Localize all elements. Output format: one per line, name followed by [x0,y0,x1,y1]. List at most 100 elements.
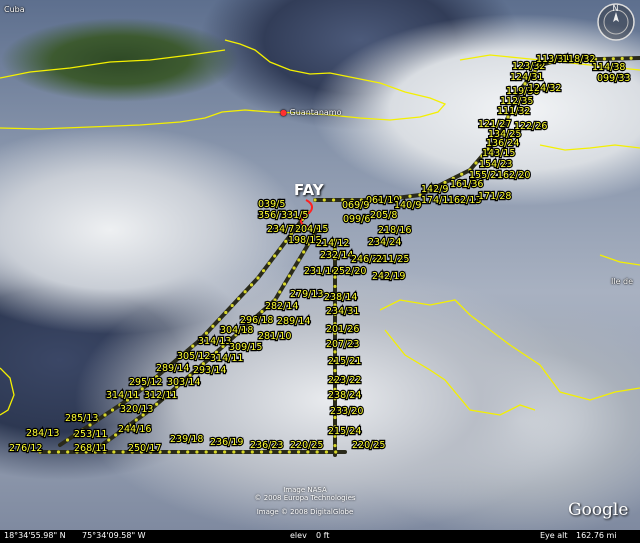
observation-label[interactable]: 218/16 [377,224,413,237]
observation-label[interactable]: 305/12 [176,350,212,363]
flight-track-tick [223,450,227,454]
observation-label[interactable]: 215/21 [327,355,363,368]
flight-track-line [58,210,310,447]
observation-label[interactable]: 121/27 [477,118,513,131]
observation-label[interactable]: 295/12 [128,376,164,389]
observation-label[interactable]: 289/14 [276,315,312,328]
observation-label[interactable]: 039/5 [257,198,287,211]
flight-track-tick [211,324,215,328]
observation-label[interactable]: 214/12 [315,237,351,250]
flight-track-tick [261,269,266,273]
observation-label[interactable]: 312/11 [143,389,179,402]
observation-label[interactable]: 253/11 [73,428,109,441]
observation-label[interactable]: 099/33 [596,72,632,85]
observation-label[interactable]: 207/23 [325,338,361,351]
observation-label[interactable]: 201/26 [325,323,361,336]
observation-label[interactable]: 162/20 [496,169,532,182]
observation-label[interactable]: 143/15 [481,147,517,160]
flight-track-tick [408,194,412,198]
observation-label[interactable]: 238/14 [323,291,359,304]
flight-track-tick [56,450,61,454]
flight-track-tick [284,239,288,243]
observation-label[interactable]: 099/6 [342,213,372,226]
observation-label[interactable]: 220/25 [351,439,387,452]
observation-label[interactable]: 309/15 [228,341,264,354]
observation-label[interactable]: 232/14 [319,249,355,262]
observation-label[interactable]: 140/9 [393,199,423,212]
observation-label[interactable]: 239/18 [169,433,205,446]
observation-label[interactable]: 314/11 [209,352,245,365]
observation-label[interactable]: 314/11 [105,389,141,402]
observation-label[interactable]: 234/31 [325,305,361,318]
observation-label[interactable]: 276/12 [8,442,44,455]
flight-track-tick [297,258,301,262]
flight-track-tick [224,310,228,315]
observation-label[interactable]: 320/13 [119,403,155,416]
flight-track-tick [237,297,241,301]
flight-track-tick [47,450,51,454]
observation-label[interactable]: 314/13 [197,335,233,348]
observation-label[interactable]: 234/7 [266,223,296,236]
observation-label[interactable]: 250/17 [127,442,163,455]
flight-track-tick [121,450,125,454]
observation-label[interactable]: 304/18 [219,324,255,337]
observation-label[interactable]: 281/10 [257,330,293,343]
observation-label[interactable]: 162/13 [447,194,483,207]
observation-label[interactable]: 236/23 [249,439,285,452]
observation-label[interactable]: 234/24 [367,236,403,249]
observation-label[interactable]: 285/13 [64,412,100,425]
observation-label[interactable]: 284/13 [25,427,61,440]
flight-track-tick [167,450,171,454]
observation-label[interactable]: 220/25 [289,439,325,452]
place-label-cuba: Cuba [4,5,25,14]
observation-label[interactable]: 112/35 [499,95,535,108]
satellite-map-view[interactable]: 039/5 356/7 331/5 234/7 204/15 198/15 214/12 23… [0,0,640,530]
flight-track-tick [331,198,336,202]
hispaniola-coastline [599,254,640,266]
flight-track-tick [302,250,306,254]
observation-label[interactable]: 205/8 [369,209,399,222]
observation-label[interactable]: 303/14 [166,376,202,389]
observation-label[interactable]: 236/19 [209,436,245,449]
compass-rose-icon[interactable]: N [596,2,636,42]
observation-label[interactable]: 122/26 [513,120,549,133]
flight-track-tick [602,57,607,61]
south-coastline-2 [384,329,536,416]
observation-label[interactable]: 111/32 [496,105,532,118]
observation-label[interactable]: 242/19 [371,270,407,283]
flight-track-tick [112,450,116,454]
flight-track-tick [204,331,209,335]
flight-track-tick [611,57,615,61]
observation-label[interactable]: 215/24 [327,425,363,438]
observation-label[interactable]: 114/38 [591,61,627,74]
observation-label[interactable]: 204/15 [294,223,330,236]
observation-label[interactable]: 171/28 [477,190,513,203]
flight-track-tick [324,450,329,454]
status-longitude: 75°34'09.58" W [82,531,146,540]
observation-label[interactable]: 293/14 [192,364,228,377]
observation-label[interactable]: 279/13 [289,288,325,301]
observation-label[interactable]: 289/14 [155,362,191,375]
flight-track-tick [333,350,337,354]
observation-label[interactable]: 223/22 [327,374,363,387]
flight-track-tick [629,56,633,60]
credits: Image NASA © 2008 Europa Technologies Im… [240,486,370,516]
observation-label[interactable]: 244/16 [117,423,153,436]
observation-label[interactable]: 331/5 [280,209,310,222]
observation-label[interactable]: 238/24 [327,389,363,402]
west-coastline [0,367,15,416]
observation-label[interactable]: 252/20 [332,265,368,278]
observation-label[interactable]: 124/31 [509,71,545,84]
observation-label[interactable]: 154/23 [478,158,514,171]
observation-label[interactable]: 142/9 [420,183,450,196]
observation-label[interactable]: 118/32 [561,53,597,66]
observation-label[interactable]: 233/20 [329,405,365,418]
flight-track-tick [249,283,254,287]
observation-label[interactable]: 124/32 [527,82,563,95]
observation-label[interactable]: 268/11 [73,442,109,455]
flight-track-tick [107,438,111,442]
observation-label[interactable]: 069/9 [341,199,371,212]
observation-label[interactable]: 211/25 [375,253,411,266]
observation-label[interactable]: 282/14 [264,300,300,313]
flight-track-tick [620,56,624,61]
